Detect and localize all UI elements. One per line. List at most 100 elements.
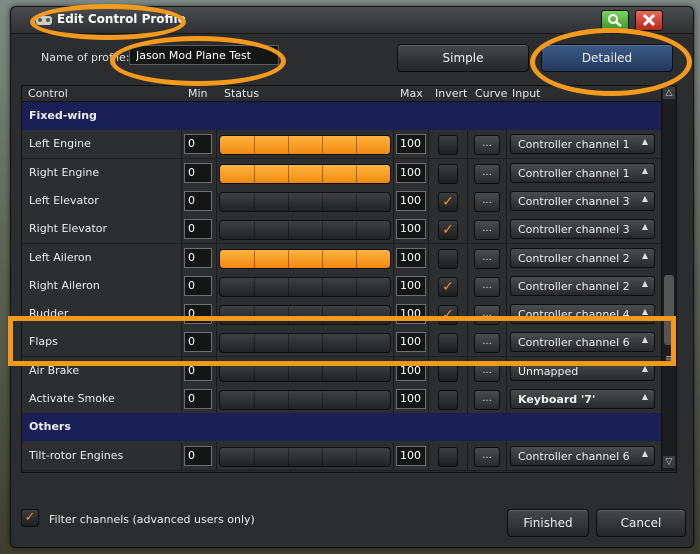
- status-cell: [217, 441, 394, 471]
- search-button[interactable]: [601, 10, 629, 31]
- invert-checkbox[interactable]: [438, 135, 458, 156]
- status-cell: [217, 158, 394, 188]
- status-fill: [220, 164, 390, 183]
- invert-checkbox[interactable]: ✓: [438, 220, 458, 241]
- curve-button[interactable]: ...: [474, 276, 500, 297]
- status-tick: [254, 192, 255, 211]
- close-button[interactable]: [635, 10, 663, 31]
- max-input[interactable]: 100: [396, 445, 426, 466]
- curve-cell: ...: [468, 441, 507, 471]
- invert-checkbox[interactable]: [438, 333, 458, 354]
- invert-checkbox[interactable]: ✓: [438, 305, 458, 326]
- min-input[interactable]: 0: [184, 190, 212, 211]
- status-tick: [322, 192, 323, 211]
- input-select[interactable]: Controller channel 1 ▲: [510, 134, 655, 155]
- invert-checkbox[interactable]: [438, 163, 458, 184]
- curve-button[interactable]: ...: [474, 333, 500, 354]
- detailed-mode-button[interactable]: Detailed: [541, 44, 673, 72]
- col-max: Max: [400, 87, 423, 100]
- min-input[interactable]: 0: [184, 445, 212, 466]
- input-select-value: Controller channel 2: [518, 251, 630, 265]
- min-cell: 0: [182, 328, 217, 358]
- min-input[interactable]: 0: [184, 304, 212, 325]
- input-select-value: Keyboard '7': [518, 393, 596, 406]
- cancel-button[interactable]: Cancel: [596, 509, 686, 537]
- scroll-thumb[interactable]: [664, 275, 674, 345]
- max-input[interactable]: 100: [396, 332, 426, 353]
- max-input[interactable]: 100: [396, 275, 426, 296]
- input-select[interactable]: Controller channel 3 ▲: [510, 190, 655, 211]
- min-input[interactable]: 0: [184, 332, 212, 353]
- close-icon: [642, 13, 656, 27]
- max-input[interactable]: 100: [396, 219, 426, 240]
- curve-button[interactable]: ...: [474, 305, 500, 326]
- min-cell: 0: [182, 271, 217, 301]
- max-input[interactable]: 100: [396, 190, 426, 211]
- status-tick: [356, 277, 357, 296]
- max-cell: 100: [394, 300, 429, 330]
- table-row: Rudder 0 100 ✓... Controller channel 4 ▲: [22, 300, 673, 330]
- status-tick: [322, 136, 323, 155]
- max-input[interactable]: 100: [396, 360, 426, 381]
- min-cell: 0: [182, 385, 217, 414]
- min-input[interactable]: 0: [184, 275, 212, 296]
- curve-button[interactable]: ...: [474, 390, 500, 410]
- input-select[interactable]: Controller channel 4 ▲: [510, 304, 655, 325]
- input-select[interactable]: Controller channel 6 ▲: [510, 445, 655, 466]
- input-select[interactable]: Controller channel 3 ▲: [510, 219, 655, 240]
- curve-button[interactable]: ...: [474, 220, 500, 241]
- curve-button[interactable]: ...: [474, 446, 500, 467]
- min-input[interactable]: 0: [184, 389, 212, 409]
- min-input[interactable]: 0: [184, 360, 212, 381]
- status-bar: [219, 276, 391, 297]
- scroll-up-icon[interactable]: △: [663, 87, 675, 99]
- scroll-down-icon[interactable]: ▽: [663, 456, 675, 468]
- profile-name-input[interactable]: [129, 45, 279, 65]
- max-input[interactable]: 100: [396, 304, 426, 325]
- grid-scrollbar[interactable]: △ ≡ ▽: [661, 85, 676, 471]
- input-select[interactable]: Controller channel 1 ▲: [510, 162, 655, 183]
- max-input[interactable]: 100: [396, 162, 426, 183]
- input-select[interactable]: Unmapped ▲: [510, 360, 655, 381]
- status-tick: [254, 391, 255, 409]
- invert-checkbox[interactable]: ✓: [438, 276, 458, 297]
- invert-checkbox[interactable]: [438, 361, 458, 382]
- input-select[interactable]: Controller channel 2 ▲: [510, 275, 655, 296]
- input-select[interactable]: Controller channel 2 ▲: [510, 247, 655, 268]
- table-row: Left Elevator 0 100 ✓... Controller channel …: [22, 186, 673, 216]
- invert-checkbox[interactable]: [438, 248, 458, 269]
- status-tick: [356, 221, 357, 240]
- curve-button[interactable]: ...: [474, 248, 500, 269]
- curve-button[interactable]: ...: [474, 361, 500, 382]
- invert-checkbox[interactable]: [438, 446, 458, 467]
- control-cell: Right Engine: [22, 158, 182, 188]
- curve-button[interactable]: ...: [474, 135, 500, 156]
- invert-checkbox[interactable]: [438, 390, 458, 410]
- section-label: Fixed-wing: [29, 109, 97, 122]
- max-input[interactable]: 100: [396, 247, 426, 268]
- input-select[interactable]: Keyboard '7' ▲: [510, 389, 655, 409]
- min-cell: 0: [182, 300, 217, 330]
- filter-channels-checkbox[interactable]: ✓: [21, 509, 39, 527]
- curve-button[interactable]: ...: [474, 163, 500, 184]
- max-input[interactable]: 100: [396, 389, 426, 409]
- check-icon: ✓: [442, 222, 454, 239]
- status-tick: [356, 447, 357, 466]
- section-cell: Fixed-wing: [22, 102, 181, 130]
- min-input[interactable]: 0: [184, 219, 212, 240]
- min-cell: 0: [182, 215, 217, 245]
- dropdown-arrow-icon: ▲: [641, 363, 648, 373]
- simple-mode-button[interactable]: Simple: [397, 44, 529, 72]
- finished-button[interactable]: Finished: [507, 509, 589, 537]
- curve-button[interactable]: ...: [474, 191, 500, 212]
- input-select[interactable]: Controller channel 6 ▲: [510, 332, 655, 353]
- status-tick: [288, 249, 289, 268]
- min-input[interactable]: 0: [184, 247, 212, 268]
- status-tick: [288, 277, 289, 296]
- min-input[interactable]: 0: [184, 162, 212, 183]
- curve-cell: ...: [468, 243, 507, 273]
- status-cell: [217, 186, 394, 216]
- min-input[interactable]: 0: [184, 134, 212, 155]
- max-input[interactable]: 100: [396, 134, 426, 155]
- invert-checkbox[interactable]: ✓: [438, 191, 458, 212]
